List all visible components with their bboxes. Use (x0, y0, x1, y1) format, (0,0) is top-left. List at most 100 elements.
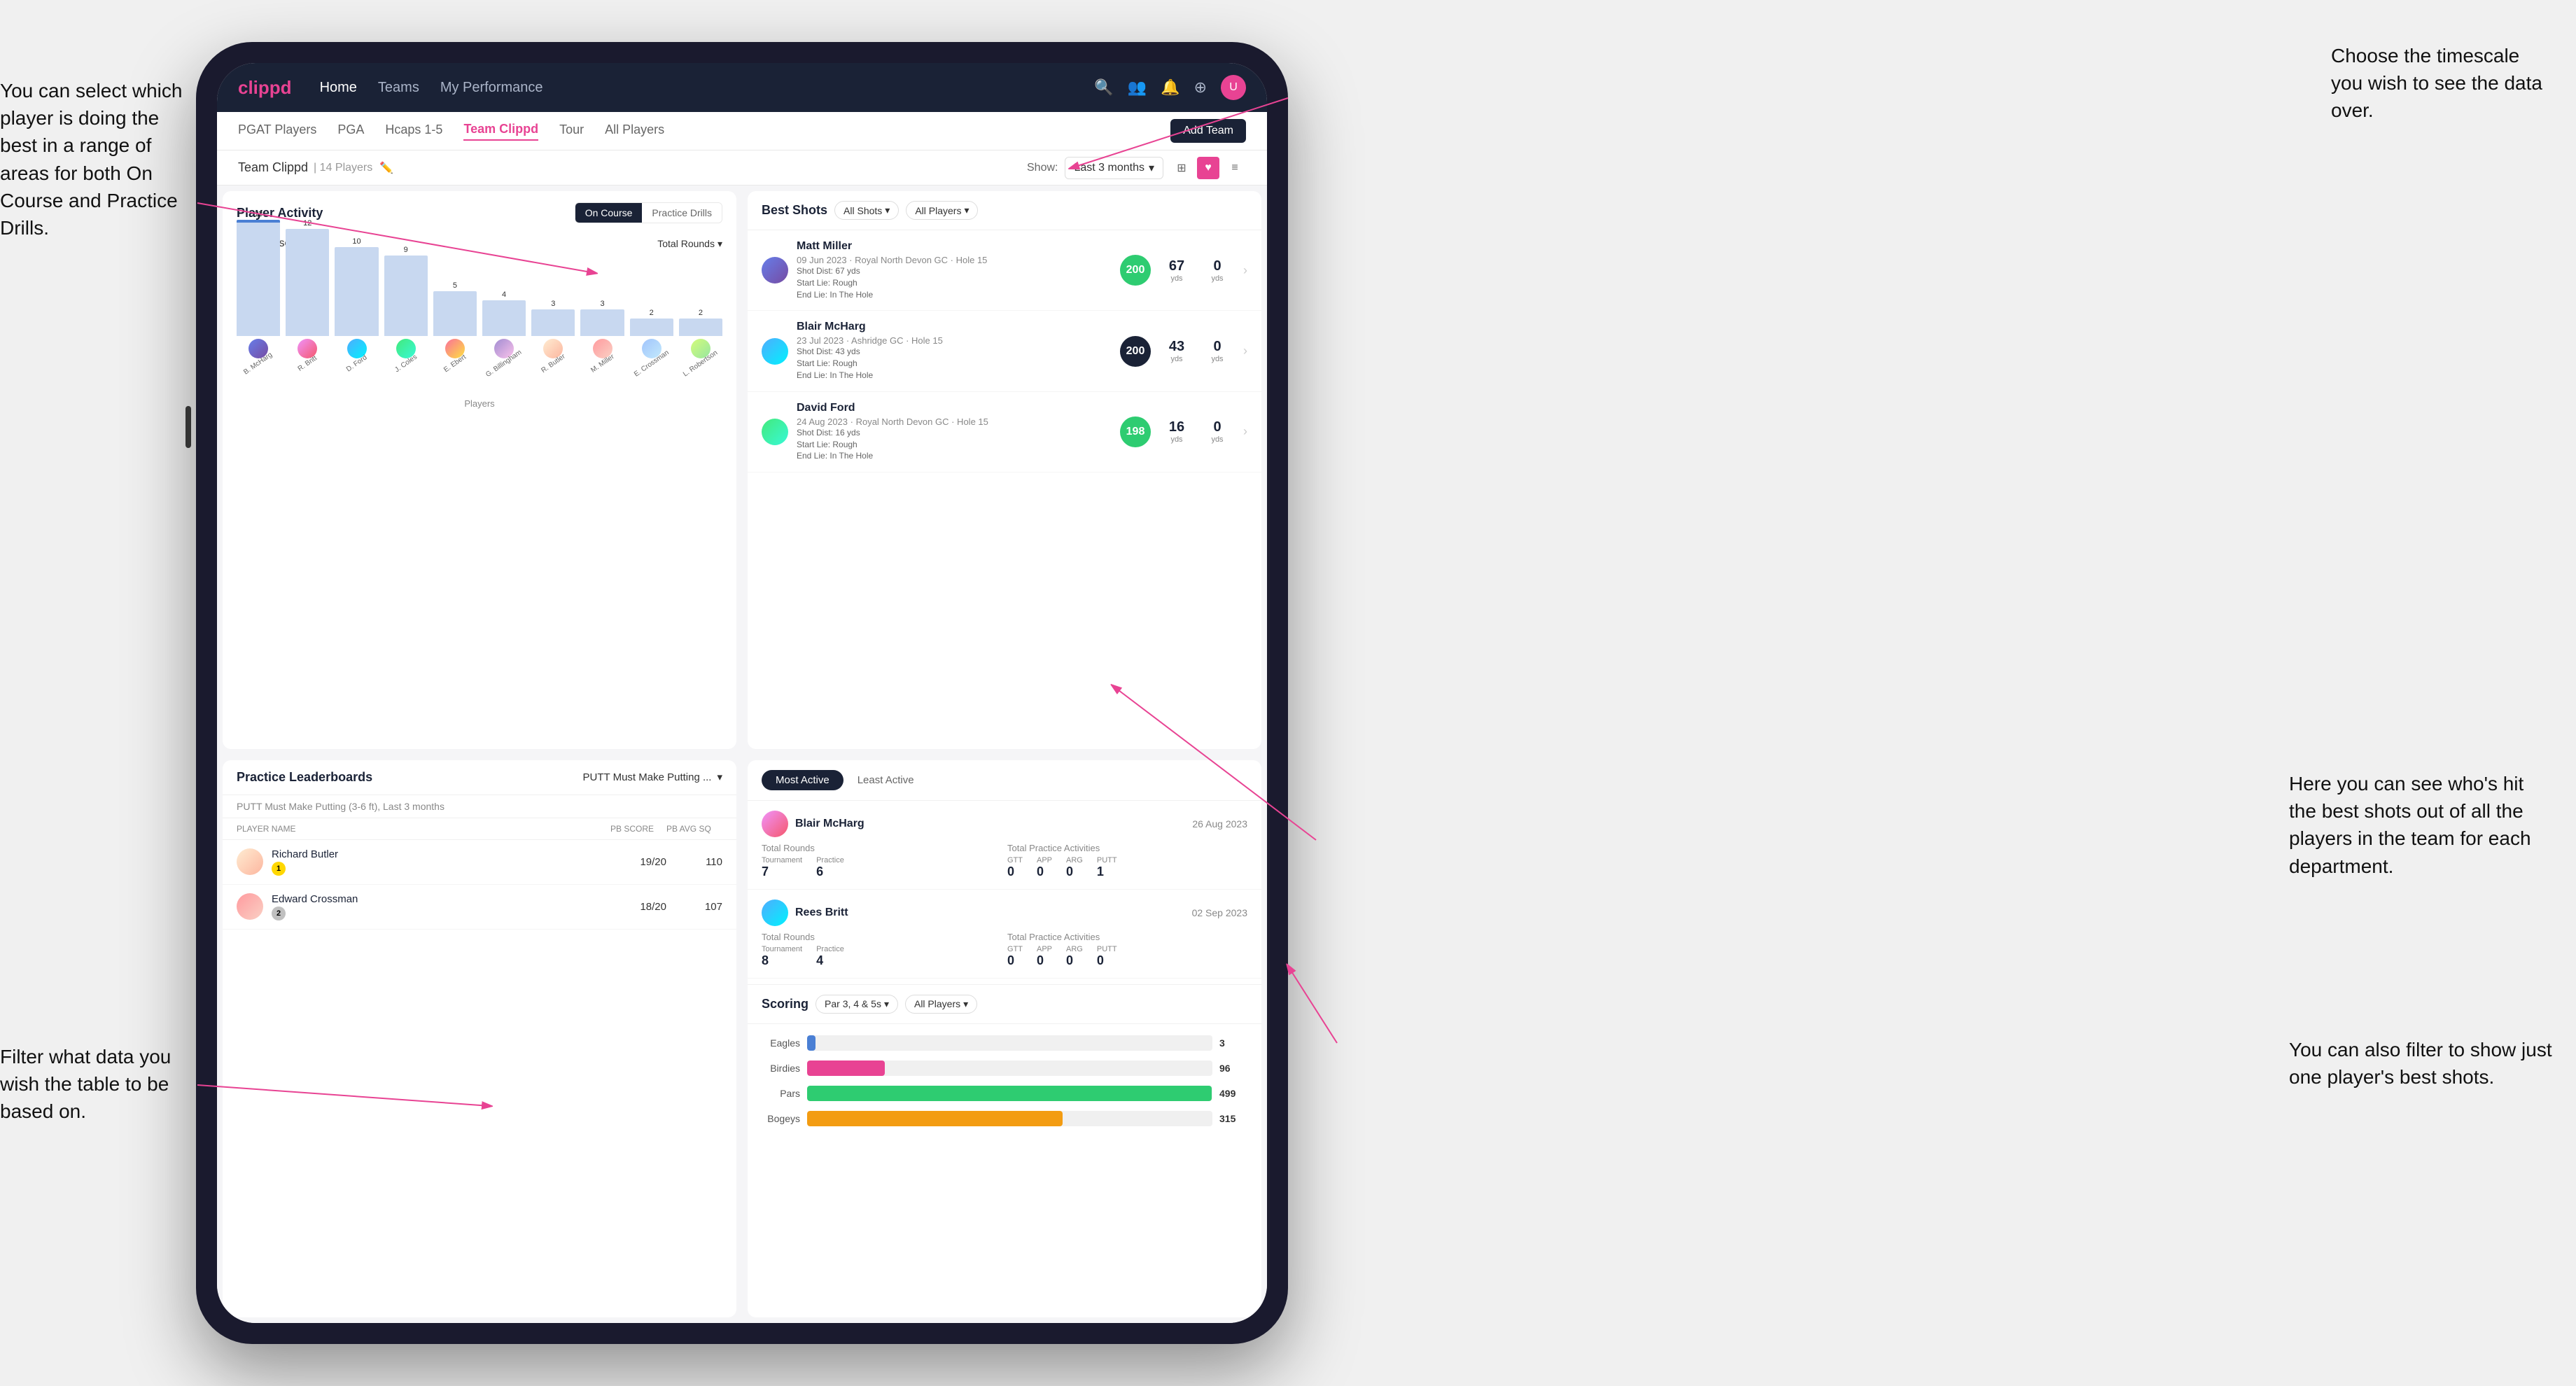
grid-icon[interactable]: ⊞ (1170, 157, 1193, 179)
practice-drills-toggle[interactable]: Practice Drills (642, 203, 722, 223)
practice-val: 4 (816, 953, 844, 968)
most-active-tab[interactable]: Most Active (762, 770, 844, 790)
sub-nav-pga[interactable]: PGA (337, 122, 364, 140)
shot-detail: Shot Dist: 16 ydsStart Lie: RoughEnd Lie… (797, 427, 1112, 462)
bar (433, 291, 477, 336)
rounds-values: Tournament 8 Practice 4 (762, 945, 1002, 968)
practice-subtitle: PUTT Must Make Putting (3-6 ft), Last 3 … (223, 795, 736, 818)
pb-score: 19/20 (631, 856, 666, 868)
best-shots-list: Matt Miller 09 Jun 2023 · Royal North De… (748, 230, 1261, 472)
sub-nav-team-clippd[interactable]: Team Clippd (463, 122, 538, 141)
nav-my-performance[interactable]: My Performance (440, 80, 543, 96)
practice-rows: Richard Butler 1 19/20 110 Edward Crossm… (223, 840, 736, 930)
rank-badge: 1 (272, 862, 286, 876)
shot-detail: Shot Dist: 67 ydsStart Lie: RoughEnd Lie… (797, 265, 1112, 300)
best-shots-card: Best Shots All Shots ▾ All Players ▾ Mat… (748, 191, 1261, 749)
bar-label: 12 (303, 219, 312, 227)
search-icon[interactable]: 🔍 (1094, 78, 1113, 97)
rank-badge: 2 (272, 906, 286, 920)
edit-icon[interactable]: ✏️ (379, 161, 393, 175)
col-pb-score: PB SCORE (610, 824, 666, 834)
player-shot-row[interactable]: David Ford 24 Aug 2023 · Royal North Dev… (748, 392, 1261, 472)
nav-bar: clippd Home Teams My Performance 🔍 👥 🔔 ⊕… (217, 63, 1267, 112)
scoring-filter1[interactable]: Par 3, 4 & 5s ▾ (816, 995, 898, 1014)
player-shot-row[interactable]: Matt Miller 09 Jun 2023 · Royal North De… (748, 230, 1261, 311)
chevron-right-icon: › (1243, 344, 1247, 358)
player-name: Blair McHarg (797, 321, 866, 333)
heart-icon[interactable]: ♥ (1197, 157, 1219, 179)
least-active-tab[interactable]: Least Active (844, 770, 928, 790)
x-axis-label: Players (237, 398, 722, 409)
bar (335, 247, 378, 337)
bar (630, 318, 673, 337)
bar (482, 300, 526, 336)
bar-label: 2 (650, 309, 654, 317)
list-icon[interactable]: ≡ (1224, 157, 1246, 179)
nav-home[interactable]: Home (320, 80, 357, 96)
practice-filter[interactable]: PUTT Must Make Putting ... ▾ (583, 771, 722, 783)
sub-nav: PGAT Players PGA Hcaps 1-5 Team Clippd T… (217, 112, 1267, 150)
best-shots-title: Best Shots (762, 203, 827, 218)
chart-dropdown[interactable]: Total Rounds ▾ (657, 238, 722, 250)
all-shots-filter[interactable]: All Shots ▾ (834, 201, 899, 220)
on-course-toggle[interactable]: On Course (575, 203, 643, 223)
chevron-right-icon: › (1243, 263, 1247, 278)
pb-avg: 107 (687, 901, 722, 913)
player-shot-row[interactable]: Blair McHarg 23 Jul 2023 · Ashridge GC ·… (748, 311, 1261, 391)
player-avatar-small (762, 338, 788, 365)
annotation-bottom-left: Filter what data you wish the table to b… (0, 1043, 196, 1126)
scoring-filter2[interactable]: All Players ▾ (905, 995, 977, 1014)
bell-icon[interactable]: 🔔 (1161, 78, 1180, 97)
sub-nav-hcaps[interactable]: Hcaps 1-5 (385, 122, 442, 140)
sub-nav-tour[interactable]: Tour (559, 122, 584, 140)
shot-badge: 200 (1120, 255, 1151, 286)
sub-nav-all-players[interactable]: All Players (605, 122, 664, 140)
bar (531, 309, 575, 336)
scoring-title: Scoring (762, 997, 808, 1011)
bar-group: 9J. Coles (384, 246, 428, 368)
sub-nav-pgat[interactable]: PGAT Players (238, 122, 316, 140)
col-pb-avg: PB AVG SQ (666, 824, 722, 834)
practice-header: Practice Leaderboards PUTT Must Make Put… (223, 760, 736, 795)
annotation-bottom-right-1: Here you can see who's hit the best shot… (2289, 770, 2555, 880)
chart-area: On Course Total Rounds ▾ 13B. McHarg12R.… (223, 230, 736, 749)
all-players-filter[interactable]: All Players ▾ (906, 201, 978, 220)
tablet-screen: clippd Home Teams My Performance 🔍 👥 🔔 ⊕… (217, 63, 1267, 1323)
scoring-bar-row: Bogeys 315 (762, 1111, 1247, 1126)
team-count: | 14 Players (314, 162, 372, 174)
time-filter-dropdown[interactable]: Last 3 months ▾ (1065, 157, 1163, 179)
player-avatar (237, 848, 263, 875)
scoring-bar-label: Birdies (762, 1063, 800, 1074)
scoring-count: 315 (1219, 1113, 1247, 1124)
bar (580, 309, 624, 336)
pb-score: 18/20 (631, 901, 666, 913)
bar-label: 13 (254, 210, 262, 218)
practice-row: Edward Crossman 2 18/20 107 (223, 885, 736, 930)
scoring-bar-bg (807, 1111, 1212, 1126)
bar-group: 4G. Billingham (482, 290, 526, 368)
arg-val: 0 (1066, 864, 1083, 879)
gtt-val: 0 (1007, 953, 1023, 968)
plus-circle-icon[interactable]: ⊕ (1194, 78, 1207, 97)
bar-group: 13B. McHarg (237, 210, 280, 368)
app-val: 0 (1037, 953, 1052, 968)
scoring-bar-fill (807, 1035, 816, 1051)
practice-table-header: PLAYER NAME PB SCORE PB AVG SQ (223, 818, 736, 840)
add-team-button[interactable]: Add Team (1170, 119, 1246, 143)
activity-avatar (762, 899, 788, 926)
annotation-top-right: Choose the timescale you wish to see the… (2331, 42, 2555, 125)
scoring-bar-row: Birdies 96 (762, 1060, 1247, 1076)
nav-teams[interactable]: Teams (378, 80, 419, 96)
player-name-wrap: Edward Crossman 2 (272, 893, 623, 920)
people-icon[interactable]: 👥 (1128, 78, 1147, 97)
bar (679, 318, 722, 337)
avatar[interactable]: U (1221, 75, 1246, 100)
activity-player-row: Rees Britt 02 Sep 2023 Total Rounds Tour… (748, 890, 1261, 979)
team-name: Team Clippd (238, 160, 308, 175)
practice-activity-values: GTT 0 APP 0 ARG 0 PUTT 1 (1007, 856, 1247, 879)
player-avatar (237, 893, 263, 920)
gtt-val: 0 (1007, 864, 1023, 879)
metric-carry: 0 yds (1200, 258, 1235, 283)
scoring-bar-fill (807, 1111, 1063, 1126)
show-filter: Show: Last 3 months ▾ ⊞ ♥ ≡ (1027, 157, 1246, 179)
